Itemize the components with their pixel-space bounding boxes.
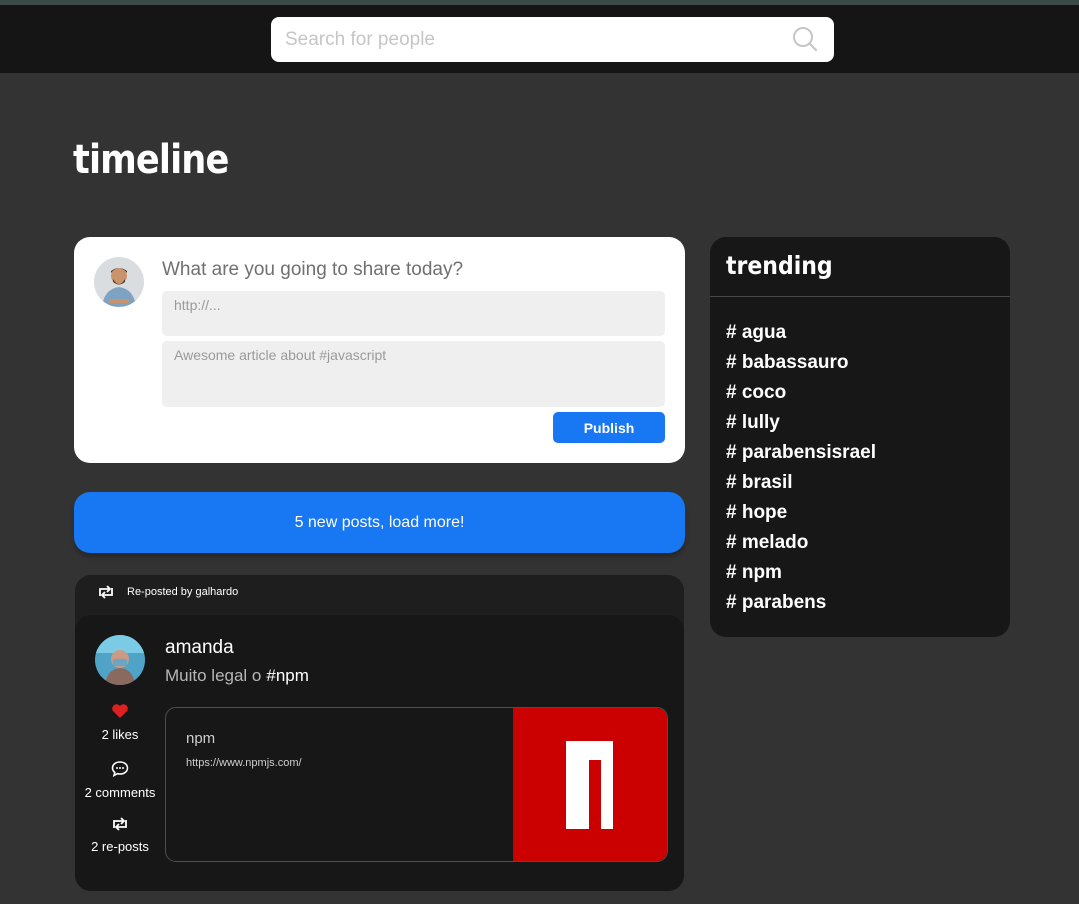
composer-prompt: What are you going to share today? — [162, 259, 464, 280]
trending-tag[interactable]: # babassauro — [726, 351, 876, 381]
post-hashtag[interactable]: #npm — [266, 666, 309, 685]
post-author[interactable]: amanda — [165, 637, 234, 659]
trending-title: trending — [726, 251, 833, 280]
trending-tag[interactable]: # npm — [726, 561, 876, 591]
publish-button[interactable]: Publish — [553, 412, 665, 443]
search-box[interactable] — [271, 17, 834, 62]
post-card: amanda Muito legal o #npm 2 likes 2 comme… — [75, 615, 684, 891]
trending-tag[interactable]: # coco — [726, 381, 876, 411]
repost-label: Re-posted by galhardo — [127, 586, 239, 598]
trending-tag[interactable]: # parabens — [726, 591, 876, 621]
page-title: timeline — [73, 137, 229, 183]
like-action[interactable]: 2 likes — [75, 703, 165, 742]
repost-icon[interactable] — [111, 817, 129, 831]
link-preview[interactable]: npm https://www.npmjs.com/ — [165, 707, 668, 862]
trending-panel: trending # agua # babassauro # coco # lu… — [710, 237, 1010, 637]
comment-icon[interactable] — [111, 760, 129, 778]
link-preview-image — [513, 708, 667, 861]
trending-list: # agua # babassauro # coco # lully # par… — [726, 321, 876, 621]
repost-icon — [99, 585, 113, 599]
repost-banner: Re-posted by galhardo — [97, 583, 238, 601]
link-title: npm — [186, 730, 216, 747]
npm-logo-icon — [566, 741, 613, 829]
heart-icon[interactable] — [111, 703, 129, 719]
repost-action[interactable]: 2 re-posts — [75, 817, 165, 854]
trending-tag[interactable]: # brasil — [726, 471, 876, 501]
trending-tag[interactable]: # melado — [726, 531, 876, 561]
load-more-button[interactable]: 5 new posts, load more! — [74, 492, 685, 553]
trending-tag[interactable]: # hope — [726, 501, 876, 531]
description-input[interactable] — [162, 341, 665, 407]
top-bar — [0, 5, 1079, 73]
post-text: Muito legal o #npm — [165, 666, 309, 686]
trending-tag[interactable]: # agua — [726, 321, 876, 351]
comments-count: 2 comments — [84, 785, 156, 800]
post-body: Muito legal o — [165, 666, 262, 685]
url-input[interactable] — [162, 291, 665, 336]
search-input[interactable] — [285, 17, 785, 62]
post-composer: What are you going to share today? Publi… — [74, 237, 685, 463]
trending-tag[interactable]: # parabensisrael — [726, 441, 876, 471]
likes-count: 2 likes — [101, 727, 139, 742]
author-avatar[interactable] — [95, 635, 145, 685]
user-avatar — [94, 257, 144, 307]
trending-tag[interactable]: # lully — [726, 411, 876, 441]
search-icon[interactable] — [792, 26, 818, 52]
link-url: https://www.npmjs.com/ — [186, 757, 302, 769]
trending-divider — [710, 296, 1010, 297]
reposts-count: 2 re-posts — [91, 839, 149, 854]
comment-action[interactable]: 2 comments — [75, 760, 165, 800]
